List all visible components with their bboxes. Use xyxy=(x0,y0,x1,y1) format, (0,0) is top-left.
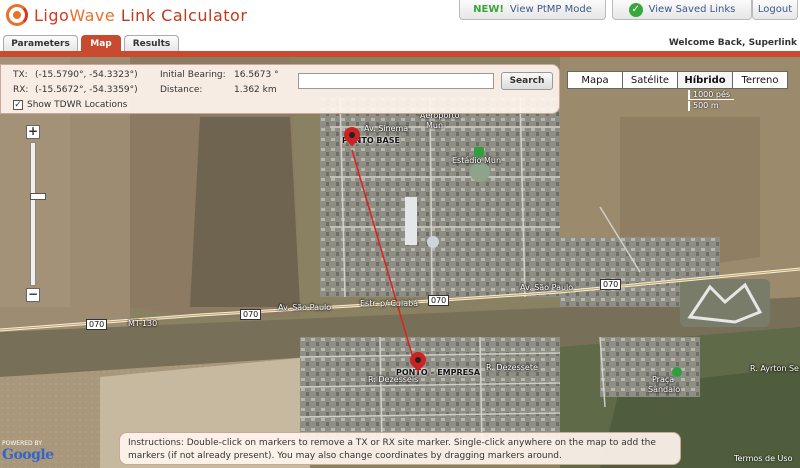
view-saved-links-label: View Saved Links xyxy=(648,4,736,15)
map-label-mun: Mun xyxy=(426,121,444,130)
satellite-imagery xyxy=(0,57,800,468)
tab-parameters[interactable]: Parameters xyxy=(3,35,78,52)
map-label-av-sao-paulo-2: Av. São Paulo xyxy=(520,283,574,292)
tx-site-marker[interactable] xyxy=(340,123,364,151)
map-type-hibrido[interactable]: Híbrido xyxy=(677,71,733,89)
scale-imperial: 1000 pés xyxy=(688,90,734,100)
map-label-av-sao-paulo-1: Av. São Paulo xyxy=(278,303,332,312)
view-saved-links-button[interactable]: ✓ View Saved Links xyxy=(612,0,752,20)
map-label-r-dezesseis: R. Dezesseis xyxy=(368,375,419,384)
show-tdwr-toggle[interactable]: ✓ Show TDWR Locations xyxy=(13,100,127,110)
rx-coordinates: (-15.5672°, -54.3359°) xyxy=(35,85,138,95)
tx-coordinates: (-15.5790°, -54.3323°) xyxy=(35,70,138,80)
bearing-label: Initial Bearing: xyxy=(160,70,226,80)
distance-value: 1.362 km xyxy=(234,85,277,95)
zoom-out-button[interactable]: − xyxy=(26,288,40,302)
app-header: LigoWave Link Calculator NEW! View PtMP … xyxy=(0,0,800,34)
map-scale: 1000 pés 500 m xyxy=(688,90,736,114)
scale-metric: 500 m xyxy=(688,101,724,111)
tx-label: TX: xyxy=(13,70,28,80)
view-ptmp-mode-label: View PtMP Mode xyxy=(509,4,592,15)
map-canvas[interactable]: Av. Sinema Aeroporto Mun Estádio Mun PON… xyxy=(0,57,800,468)
google-logo[interactable]: POWERED BY Google xyxy=(2,440,58,466)
road-shield-070-d: 070 xyxy=(600,279,622,290)
bearing-value: 16.5673 ° xyxy=(234,70,279,80)
map-label-av-sinema: Av. Sinema xyxy=(364,124,409,133)
zoom-control: + − xyxy=(26,125,46,303)
tab-map[interactable]: Map xyxy=(81,35,121,52)
map-label-r-ayrton: R. Ayrton Se xyxy=(750,364,799,373)
road-shield-070-a: 070 xyxy=(86,319,108,330)
tdwr-label: Show TDWR Locations xyxy=(27,100,128,110)
map-search-input[interactable] xyxy=(298,73,494,89)
search-button[interactable]: Search xyxy=(501,72,553,90)
map-label-mt130: MT-130 xyxy=(128,319,158,328)
map-type-satelite[interactable]: Satélite xyxy=(622,71,678,89)
app-title: LigoWave Link Calculator xyxy=(34,5,248,25)
map-type-mapa[interactable]: Mapa xyxy=(567,71,623,89)
view-ptmp-mode-button[interactable]: NEW! View PtMP Mode xyxy=(459,0,606,20)
park-marker-icon xyxy=(672,367,682,377)
zoom-slider-track[interactable] xyxy=(30,142,46,286)
check-circle-icon: ✓ xyxy=(628,2,643,17)
ligowave-logo-icon xyxy=(6,4,28,26)
map-label-sandalo: Sândalo xyxy=(648,385,681,394)
instructions-panel: Instructions: Double-click on markers to… xyxy=(119,432,681,465)
distance-label: Distance: xyxy=(160,85,203,95)
zoom-slider-handle[interactable] xyxy=(30,193,46,200)
stadium-marker-icon xyxy=(474,147,484,157)
tab-bar: Parameters Map Results Welcome Back, Sup… xyxy=(0,34,800,52)
powered-by-label: POWERED BY xyxy=(2,440,43,447)
map-label-estadio: Estádio Mun xyxy=(452,156,502,165)
terms-of-use-link[interactable]: Termos de Uso xyxy=(734,454,792,463)
map-type-terreno[interactable]: Terreno xyxy=(732,71,788,89)
zoom-in-button[interactable]: + xyxy=(26,125,40,139)
rx-site-marker[interactable] xyxy=(406,348,430,376)
new-badge: NEW! xyxy=(473,4,504,15)
tab-results[interactable]: Results xyxy=(124,35,179,52)
google-wordmark: Google xyxy=(2,447,54,463)
rx-label: RX: xyxy=(13,85,29,95)
link-info-panel: TX: (-15.5790°, -54.3323°) RX: (-15.5672… xyxy=(0,64,560,114)
ligowave-logo[interactable]: LigoWave Link Calculator xyxy=(6,4,247,26)
map-label-estr-cuiaba: Estr. p/ Cuiabá xyxy=(360,299,419,308)
road-shield-070-b: 070 xyxy=(240,309,262,320)
welcome-message: Welcome Back, Superlink xyxy=(668,38,797,48)
map-label-praca: Praça xyxy=(652,375,675,384)
map-type-selector: Mapa Satélite Híbrido Terreno xyxy=(567,71,788,89)
map-label-r-dezessete: R. Dezessete xyxy=(486,363,538,372)
tdwr-checkbox[interactable]: ✓ xyxy=(13,100,23,110)
logout-button[interactable]: Logout xyxy=(752,0,798,20)
road-shield-070-c: 070 xyxy=(428,295,450,306)
